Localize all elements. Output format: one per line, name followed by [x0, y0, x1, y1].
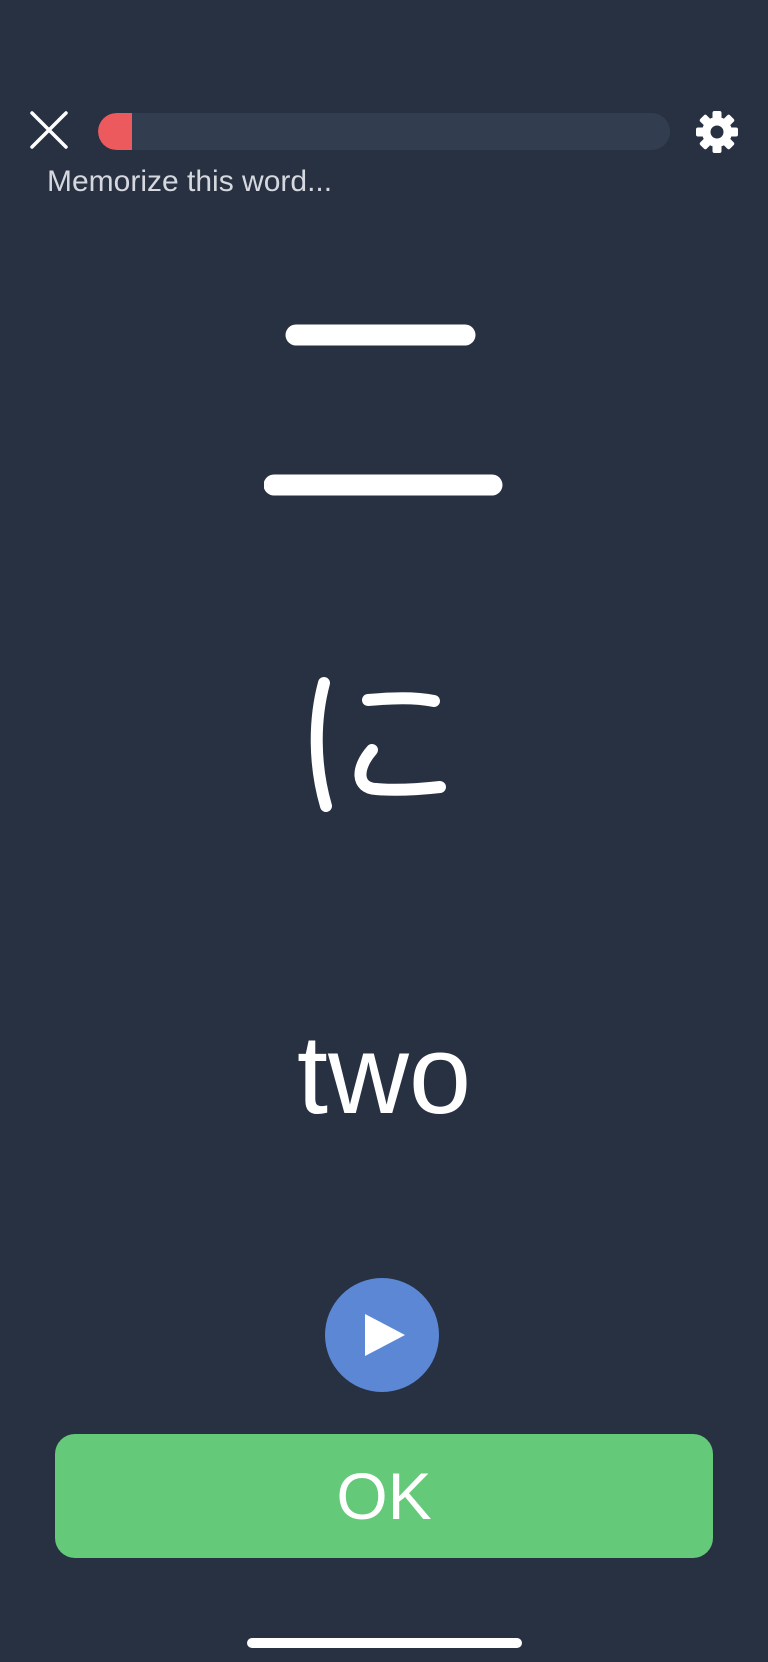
progress-bar-fill	[98, 113, 133, 150]
play-audio-button[interactable]	[325, 1278, 439, 1392]
play-icon	[365, 1314, 405, 1356]
gear-icon	[696, 111, 738, 153]
kanji-character: 二	[264, 324, 503, 496]
home-indicator[interactable]	[247, 1638, 522, 1648]
flashcard-screen: Memorize this word... 二 に two OK	[0, 0, 768, 1662]
instruction-text: Memorize this word...	[47, 165, 333, 198]
close-icon	[30, 111, 68, 149]
ok-button[interactable]: OK	[55, 1434, 713, 1558]
close-button[interactable]	[26, 107, 72, 153]
settings-button[interactable]	[694, 109, 740, 155]
word-meaning: two	[296, 1012, 472, 1137]
hiragana-reading: に	[310, 677, 446, 812]
progress-bar	[98, 113, 670, 150]
